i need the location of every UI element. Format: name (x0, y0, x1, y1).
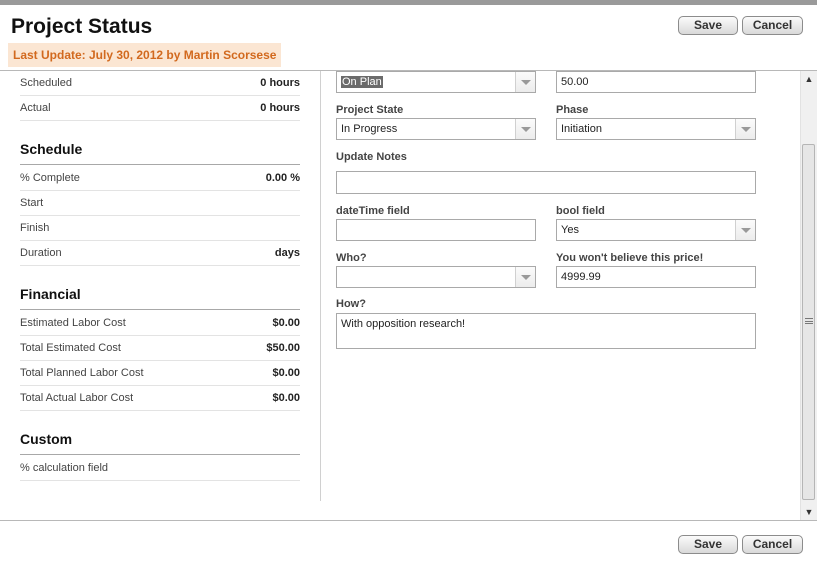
row-label: Scheduled (20, 77, 72, 89)
summary-row-actual: Actual 0 hours (20, 96, 300, 121)
row-value: 0 hours (260, 77, 300, 89)
schedule-row-start: Start (20, 191, 300, 216)
project-state-select[interactable]: In Progress (336, 118, 536, 140)
section-title-custom: Custom (20, 431, 300, 455)
pane-divider (320, 71, 321, 501)
row-value: days (274, 247, 300, 259)
arrow-up-icon[interactable]: ▲ (801, 71, 817, 87)
bool-field-label: bool field (556, 205, 605, 217)
price-label: You won't believe this price! (556, 252, 704, 264)
row-value: $50.00 (266, 342, 300, 354)
chevron-down-icon[interactable] (515, 72, 535, 92)
dialog-content: Scheduled 0 hours Actual 0 hours Schedul… (0, 71, 800, 520)
row-label: Actual (20, 102, 51, 114)
datetime-input[interactable] (336, 219, 536, 241)
financial-row-total-estimated: Total Estimated Cost $50.00 (20, 336, 300, 361)
grip-icon (805, 318, 813, 324)
bool-select[interactable]: Yes (556, 219, 756, 241)
phase-select[interactable]: Initiation (556, 118, 756, 140)
row-label: Start (20, 197, 44, 209)
who-label: Who? (336, 252, 367, 264)
footer-cancel-button[interactable]: Cancel (742, 535, 803, 554)
section-title-schedule: Schedule (20, 141, 300, 165)
financial-row-estimated-labor: Estimated Labor Cost $0.00 (20, 311, 300, 336)
row-value: 0.00 % (265, 172, 300, 184)
summary-row-scheduled: Scheduled 0 hours (20, 71, 300, 96)
bool-value: Yes (561, 224, 579, 236)
footer-divider (0, 520, 817, 521)
row-label: % calculation field (20, 462, 109, 474)
chevron-down-icon[interactable] (515, 267, 535, 287)
cancel-button[interactable]: Cancel (742, 16, 803, 35)
row-value: 0 hours (260, 102, 300, 114)
schedule-row-finish: Finish (20, 216, 300, 241)
row-label: Finish (20, 222, 50, 234)
section-title-financial: Financial (20, 286, 300, 310)
row-label: Total Planned Labor Cost (20, 367, 144, 379)
row-label: % Complete (20, 172, 80, 184)
project-state-label: Project State (336, 104, 404, 116)
how-label: How? (336, 298, 366, 310)
chevron-down-icon[interactable] (735, 220, 755, 240)
chevron-down-icon[interactable] (515, 119, 535, 139)
schedule-row-duration: Duration days (20, 241, 300, 266)
chevron-down-icon[interactable] (735, 119, 755, 139)
project-state-value: In Progress (341, 123, 398, 135)
vertical-scrollbar[interactable]: ▲ ▼ (800, 71, 817, 520)
scrollbar-thumb[interactable] (802, 144, 815, 500)
price-input[interactable]: 4999.99 (556, 266, 756, 288)
financial-row-actual-labor: Total Actual Labor Cost $0.00 (20, 386, 300, 411)
who-select[interactable] (336, 266, 536, 288)
row-label: Total Estimated Cost (20, 342, 121, 354)
amount-input[interactable]: 50.00 (556, 71, 756, 93)
how-textarea[interactable]: With opposition research! (336, 313, 756, 349)
row-label: Duration (20, 247, 62, 259)
row-label: Estimated Labor Cost (20, 317, 126, 329)
row-value: $0.00 (272, 392, 300, 404)
phase-value: Initiation (561, 123, 602, 135)
datetime-field-label: dateTime field (336, 205, 410, 217)
schedule-row-complete: % Complete 0.00 % (20, 166, 300, 191)
last-update-banner: Last Update: July 30, 2012 by Martin Sco… (8, 43, 282, 67)
row-value: $0.00 (272, 317, 300, 329)
save-button[interactable]: Save (678, 16, 738, 35)
row-label: Total Actual Labor Cost (20, 392, 134, 404)
update-notes-label: Update Notes (336, 151, 407, 163)
footer-save-button[interactable]: Save (678, 535, 738, 554)
page-title: Project Status (11, 15, 153, 38)
row-value: $0.00 (272, 367, 300, 379)
custom-row-calculation: % calculation field (20, 456, 300, 481)
update-notes-input[interactable] (336, 171, 756, 194)
status-select[interactable]: On Plan (336, 71, 536, 93)
phase-label: Phase (556, 104, 589, 116)
status-select-value: On Plan (341, 76, 383, 88)
dialog-header: Project Status Last Update: July 30, 201… (0, 5, 817, 71)
arrow-down-icon[interactable]: ▼ (801, 504, 817, 520)
financial-row-planned-labor: Total Planned Labor Cost $0.00 (20, 361, 300, 386)
